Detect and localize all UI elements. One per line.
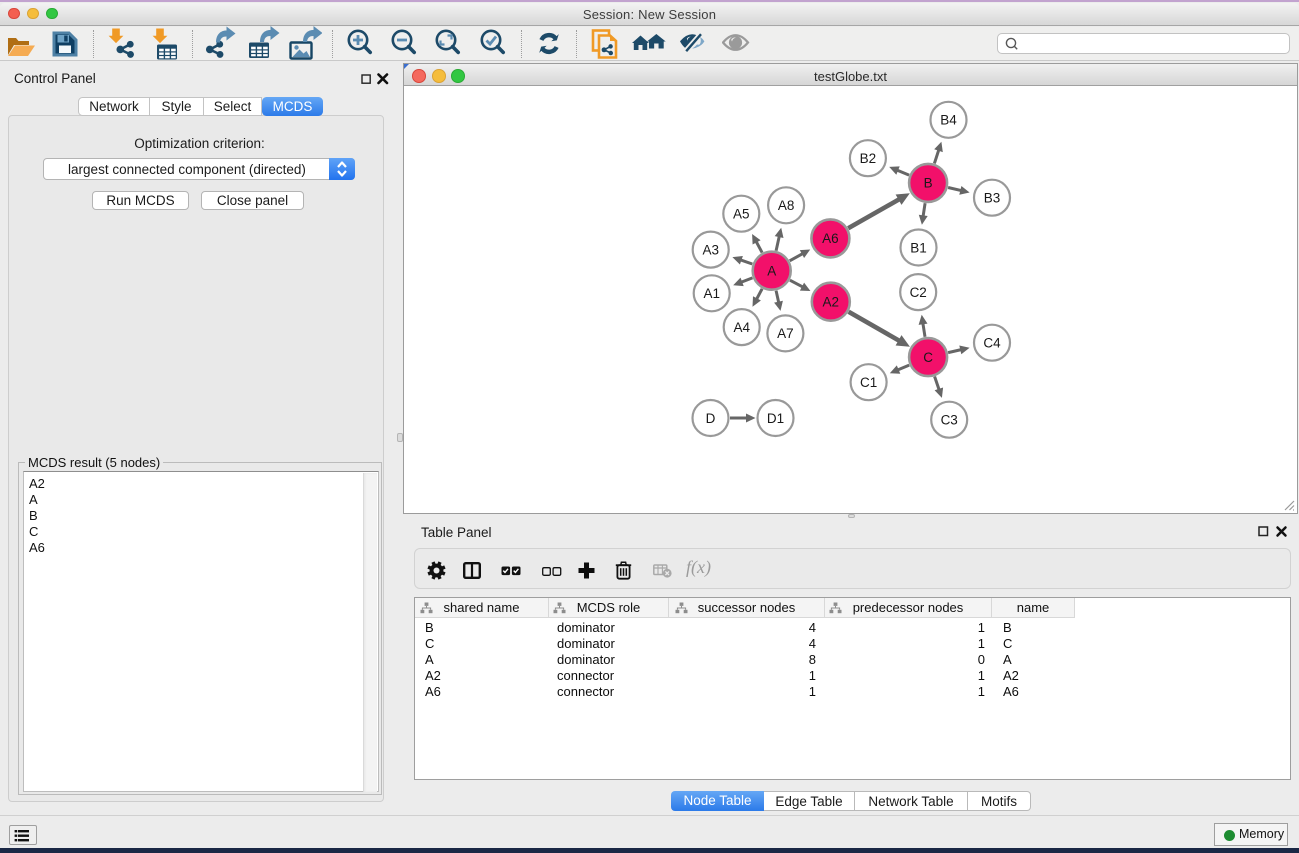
svg-text:B1: B1 xyxy=(910,240,927,255)
svg-text:C3: C3 xyxy=(941,413,958,428)
svg-text:B3: B3 xyxy=(984,191,1001,206)
svg-text:D1: D1 xyxy=(767,411,784,426)
svg-text:A6: A6 xyxy=(822,231,839,246)
svg-text:C2: C2 xyxy=(910,285,927,300)
svg-text:B2: B2 xyxy=(860,151,877,166)
svg-text:B: B xyxy=(924,176,933,191)
svg-text:C: C xyxy=(923,350,933,365)
svg-text:A4: A4 xyxy=(733,320,750,335)
svg-text:A8: A8 xyxy=(778,198,795,213)
svg-text:A: A xyxy=(767,264,776,279)
svg-text:A1: A1 xyxy=(703,286,720,301)
svg-text:A5: A5 xyxy=(733,207,750,222)
svg-text:A2: A2 xyxy=(823,295,840,310)
svg-text:A3: A3 xyxy=(702,242,719,257)
svg-text:C1: C1 xyxy=(860,375,877,390)
svg-text:D: D xyxy=(706,411,716,426)
svg-text:B4: B4 xyxy=(940,113,957,128)
svg-text:C4: C4 xyxy=(983,336,1001,351)
svg-text:A7: A7 xyxy=(777,326,794,341)
